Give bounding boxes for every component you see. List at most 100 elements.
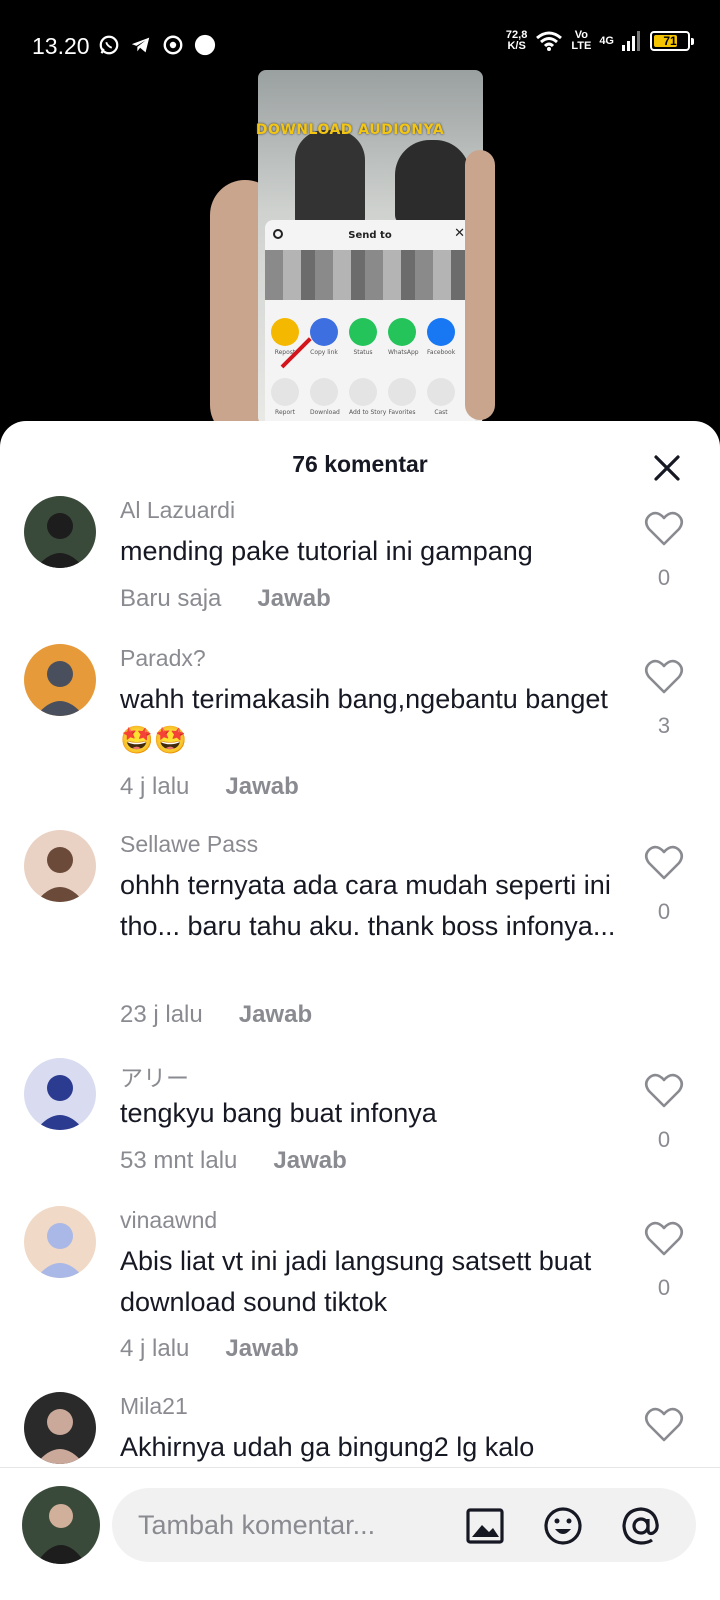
close-icon: ✕ xyxy=(454,226,465,241)
signal-icon xyxy=(622,31,640,51)
heart-icon xyxy=(644,1407,684,1442)
share-app-label: Copy link xyxy=(310,349,338,356)
volte-bottom: LTE xyxy=(571,40,592,52)
comment-timestamp: 4 j lalu xyxy=(120,773,190,800)
share-app-label: Status xyxy=(353,349,373,356)
reply-button[interactable]: Jawab xyxy=(225,1335,298,1362)
heart-icon xyxy=(644,511,684,546)
like-count: 3 xyxy=(657,713,671,738)
heart-icon xyxy=(644,1221,684,1256)
video-person xyxy=(395,140,470,225)
status-time: 13.20 xyxy=(32,33,90,59)
share-app-label: WhatsApp xyxy=(388,349,419,356)
emoji-icon[interactable] xyxy=(542,1505,584,1547)
share-title: Send to xyxy=(348,230,392,241)
avatar[interactable] xyxy=(24,830,96,902)
share-action-label: Favorites xyxy=(388,409,416,416)
share-app: Copy link xyxy=(310,318,338,356)
share-action-icon xyxy=(310,378,338,406)
telegram-icon xyxy=(131,37,150,53)
reply-button[interactable]: Jawab xyxy=(257,585,330,612)
comment-meta: 4 j lalu Jawab xyxy=(120,1335,299,1363)
blurred-contacts xyxy=(265,250,475,300)
share-actions-row: Report Download Add to Story Favorites Cast xyxy=(271,378,455,416)
like-button[interactable]: 0 xyxy=(644,1073,684,1153)
comment-item[interactable]: Paradx? wahh terimakasih bang,ngebantu ba… xyxy=(0,639,720,819)
comment-username[interactable]: アリー xyxy=(120,1059,189,1093)
comment-placeholder: Tambah komentar... xyxy=(138,1510,376,1540)
comment-username[interactable]: vinaawnd xyxy=(120,1207,217,1234)
comment-meta: 4 j lalu Jawab xyxy=(120,773,299,801)
share-action-icon xyxy=(388,378,416,406)
comment-input[interactable]: Tambah komentar... xyxy=(112,1488,696,1562)
comment-text: mending pake tutorial ini gampang xyxy=(120,536,533,566)
network-label: 4G xyxy=(599,34,614,47)
volte-indicator: Vo LTE xyxy=(571,30,591,52)
share-action: Download xyxy=(310,378,340,416)
wifi-icon xyxy=(536,31,563,51)
comment-username[interactable]: Sellawe Pass xyxy=(120,831,258,858)
comment-meta: 53 mnt lalu Jawab xyxy=(120,1147,347,1175)
comment-username[interactable]: Paradx? xyxy=(120,645,206,672)
share-action-label: Add to Story xyxy=(349,409,387,416)
like-button[interactable]: 0 xyxy=(644,845,684,925)
comment-timestamp: 53 mnt lalu xyxy=(120,1147,238,1174)
share-app: Facebook xyxy=(427,318,455,356)
like-button[interactable]: 0 xyxy=(644,1221,684,1301)
reply-button[interactable]: Jawab xyxy=(225,773,298,800)
comment-timestamp: 23 j lalu xyxy=(120,1001,203,1028)
notification-icons xyxy=(98,34,216,56)
comment-meta: 23 j lalu Jawab xyxy=(120,1001,312,1029)
video-player[interactable]: DOWNLOAD AUDIONYA Send to ✕ Repost Copy l… xyxy=(210,70,495,425)
mention-icon[interactable] xyxy=(620,1505,662,1547)
like-count: 0 xyxy=(657,899,671,924)
avatar[interactable] xyxy=(24,1206,96,1278)
reply-button[interactable]: Jawab xyxy=(239,1001,312,1028)
comment-text: Abis liat vt ini jadi langsung satsett b… xyxy=(120,1246,592,1317)
comment-text: wahh terimakasih bang,ngebantu banget🤩🤩 xyxy=(120,684,608,755)
like-button[interactable] xyxy=(644,1407,684,1447)
close-icon[interactable] xyxy=(652,453,682,483)
share-action-label: Report xyxy=(275,409,295,416)
video-overlay-text: DOWNLOAD AUDIONYA xyxy=(255,122,445,138)
comments-sheet: 76 komentar Al Lazuardi mending pake tuto… xyxy=(0,421,720,1600)
like-count: 0 xyxy=(657,565,671,590)
share-action-icon xyxy=(349,378,377,406)
comment-username[interactable]: Mila21 xyxy=(120,1393,188,1420)
avatar[interactable] xyxy=(24,496,96,568)
share-action: Favorites xyxy=(388,378,416,416)
comment-timestamp: Baru saja xyxy=(120,585,222,612)
like-button[interactable]: 0 xyxy=(644,511,684,591)
comment-text: Akhirnya udah ga bingung2 lg kalo xyxy=(120,1432,535,1462)
share-app-icon xyxy=(310,318,338,346)
share-action-label: Download xyxy=(310,409,340,416)
share-app: Status xyxy=(349,318,377,356)
image-icon[interactable] xyxy=(464,1505,506,1547)
like-count: 0 xyxy=(657,1275,671,1300)
heart-icon xyxy=(644,659,684,694)
avatar[interactable] xyxy=(24,644,96,716)
comment-text: ohhh ternyata ada cara mudah seperti ini… xyxy=(120,870,616,941)
heart-icon xyxy=(644,845,684,880)
comment-username[interactable]: Al Lazuardi xyxy=(120,497,235,524)
battery-percent: 71 xyxy=(663,34,677,48)
avatar[interactable] xyxy=(24,1058,96,1130)
comment-text: tengkyu bang buat infonya xyxy=(120,1098,437,1128)
video-hand xyxy=(465,150,495,420)
comment-item[interactable]: vinaawnd Abis liat vt ini jadi langsung s… xyxy=(0,1201,720,1381)
reply-button[interactable]: Jawab xyxy=(273,1147,346,1174)
avatar[interactable] xyxy=(24,1392,96,1464)
whatsapp-icon xyxy=(99,35,119,55)
share-app-icon xyxy=(271,318,299,346)
share-action: Add to Story xyxy=(349,378,387,416)
comment-item[interactable]: Sellawe Pass ohhh ternyata ada cara mudah… xyxy=(0,825,720,1028)
network-speed: 72,8 K/S xyxy=(506,30,527,52)
chrome-icon xyxy=(163,35,183,55)
battery-tip xyxy=(691,38,694,45)
share-app-icon xyxy=(349,318,377,346)
like-button[interactable]: 3 xyxy=(644,659,684,739)
share-app-icon xyxy=(427,318,455,346)
share-app-label: Facebook xyxy=(427,349,456,356)
like-count: 0 xyxy=(657,1127,671,1152)
avatar[interactable] xyxy=(22,1486,100,1564)
